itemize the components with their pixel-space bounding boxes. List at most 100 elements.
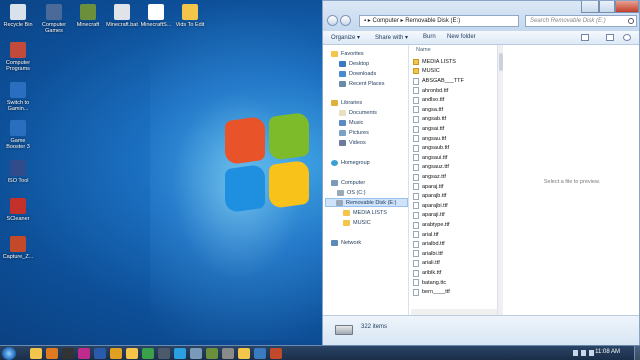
desktop-icon-item[interactable]: Capture_Z...: [1, 236, 35, 260]
minimize-button[interactable]: [581, 1, 599, 13]
nav-computer[interactable]: Computer: [331, 178, 365, 187]
nav-os-drive[interactable]: OS (C:): [337, 188, 366, 197]
file-row[interactable]: aparaji.ttf: [413, 211, 445, 221]
desktop-icon-item[interactable]: Computer Games: [37, 4, 71, 34]
preview-pane-icon[interactable]: [606, 34, 614, 41]
desktop-icon-item[interactable]: Vids To Edit: [173, 4, 207, 28]
file-row[interactable]: aparajbi.ttf: [413, 201, 448, 211]
adobe-icon[interactable]: [78, 348, 90, 359]
file-row[interactable]: aparajb.ttf: [413, 191, 446, 201]
change-view-icon[interactable]: [581, 34, 589, 41]
file-row[interactable]: angsaz.ttf: [413, 172, 446, 182]
new-folder-button[interactable]: New folder: [447, 34, 476, 40]
settings-icon[interactable]: [222, 348, 234, 359]
start-button[interactable]: [2, 347, 16, 360]
file-row[interactable]: ariali.ttf: [413, 259, 440, 269]
file-row[interactable]: angsaui.ttf: [413, 153, 447, 163]
desktop-icon-item[interactable]: Recycle Bin: [1, 4, 35, 28]
nav-favorites[interactable]: Favorites: [331, 49, 364, 58]
file-row[interactable]: angsab.ttf: [413, 115, 446, 125]
desktop-icon-item[interactable]: Minecraft.bat: [105, 4, 139, 28]
nav-removable-disk[interactable]: Removable Disk (E:): [325, 198, 408, 207]
file-name: angsau.ttf: [422, 135, 447, 142]
network-icon[interactable]: [190, 348, 202, 359]
video-icon[interactable]: [270, 348, 282, 359]
close-button[interactable]: [615, 1, 639, 13]
desktop-icon-item[interactable]: Computer Programs: [1, 42, 35, 72]
burn-button[interactable]: Burn: [423, 34, 436, 40]
network-tray-icon[interactable]: [581, 350, 586, 356]
file-row[interactable]: ABSGAB___TTF: [413, 76, 464, 86]
nav-libraries[interactable]: Libraries: [331, 98, 362, 107]
search-input[interactable]: Search Removable Disk (E:): [525, 15, 637, 27]
nav-recent-places[interactable]: Recent Places: [339, 79, 384, 88]
desktop-icon-item[interactable]: ISO Tool: [1, 160, 35, 184]
desktop-icon-item[interactable]: Game Booster 3: [1, 120, 35, 150]
nav-documents[interactable]: Documents: [339, 108, 377, 117]
folder-row[interactable]: MUSIC: [413, 67, 440, 77]
desktop-icon-item[interactable]: Switch to Gamin...: [1, 82, 35, 112]
media-player-icon[interactable]: [46, 348, 58, 359]
font-file-icon: [413, 135, 419, 143]
scroll-thumb[interactable]: [499, 53, 503, 71]
desktop-icon-item[interactable]: Minecraft: [71, 4, 105, 28]
file-row[interactable]: bern____ttf: [413, 287, 450, 297]
file-row[interactable]: angsa.ttf: [413, 105, 443, 115]
breadcrumb-computer[interactable]: Computer: [372, 18, 398, 24]
explorer-icon[interactable]: [30, 348, 42, 359]
vertical-scrollbar[interactable]: [497, 45, 503, 315]
nav-desktop[interactable]: Desktop: [339, 59, 369, 68]
search-icon: [628, 18, 634, 24]
file-row[interactable]: arabtype.ttf: [413, 220, 450, 230]
nav-downloads[interactable]: Downloads: [339, 69, 376, 78]
file-row[interactable]: ahronbd.ttf: [413, 86, 448, 96]
forward-button[interactable]: [340, 15, 351, 26]
desktop-icon-item[interactable]: SCleaner: [1, 198, 35, 222]
chrome-icon[interactable]: [142, 348, 154, 359]
file-row[interactable]: ariblk.ttf: [413, 268, 441, 278]
file-row[interactable]: aparaj.ttf: [413, 182, 443, 192]
nav-music-folder[interactable]: MUSIC: [343, 218, 371, 227]
volume-icon[interactable]: [589, 350, 594, 356]
folder-row[interactable]: MEDIA LISTS: [413, 57, 456, 67]
minecraft-icon[interactable]: [206, 348, 218, 359]
maximize-button[interactable]: [599, 1, 615, 13]
explorer-icon[interactable]: [238, 348, 250, 359]
nav-media-lists[interactable]: MEDIA LISTS: [343, 208, 387, 217]
file-row[interactable]: angsai.ttf: [413, 124, 444, 134]
folder-icon[interactable]: [126, 348, 138, 359]
file-row[interactable]: arialbd.ttf: [413, 239, 445, 249]
nav-network[interactable]: Network: [331, 238, 361, 247]
nav-videos[interactable]: Videos: [339, 138, 366, 147]
app-icon[interactable]: [254, 348, 266, 359]
file-row[interactable]: angsaub.ttf: [413, 143, 449, 153]
tray-flag-icon[interactable]: [573, 350, 578, 356]
share-with-button[interactable]: Share with ▾: [375, 34, 408, 41]
steam-icon[interactable]: [158, 348, 170, 359]
desktop-icon-item[interactable]: MinecraftS...: [139, 4, 173, 28]
breadcrumb-removable-disk[interactable]: Removable Disk (E:): [405, 18, 460, 24]
file-row[interactable]: arial.ttf: [413, 230, 439, 240]
organize-button[interactable]: Organize ▾: [331, 34, 360, 41]
file-row[interactable]: angsau.ttf: [413, 134, 446, 144]
file-name: ABSGAB___TTF: [422, 78, 464, 85]
show-desktop-button[interactable]: [634, 346, 640, 360]
file-row[interactable]: batang.ttc: [413, 278, 446, 288]
nav-music[interactable]: Music: [339, 118, 363, 127]
column-header-name[interactable]: Name: [416, 47, 431, 53]
nav-pictures[interactable]: Pictures: [339, 128, 369, 137]
skype-icon[interactable]: [174, 348, 186, 359]
back-button[interactable]: [327, 15, 338, 26]
help-icon[interactable]: [623, 34, 631, 41]
clock[interactable]: 11:08 AM: [595, 349, 620, 355]
file-row[interactable]: andlso.ttf: [413, 95, 444, 105]
nav-homegroup[interactable]: Homegroup: [331, 158, 370, 167]
browser-icon[interactable]: [110, 348, 122, 359]
file-row[interactable]: arialbi.ttf: [413, 249, 443, 259]
network-icon: [331, 239, 338, 246]
file-name: angsaz.ttf: [422, 174, 446, 181]
cmd-icon[interactable]: [62, 348, 74, 359]
word-icon[interactable]: [94, 348, 106, 359]
address-bar[interactable]: ▪ ▸ Computer ▸ Removable Disk (E:): [359, 15, 519, 27]
file-row[interactable]: angsauz.ttf: [413, 163, 449, 173]
